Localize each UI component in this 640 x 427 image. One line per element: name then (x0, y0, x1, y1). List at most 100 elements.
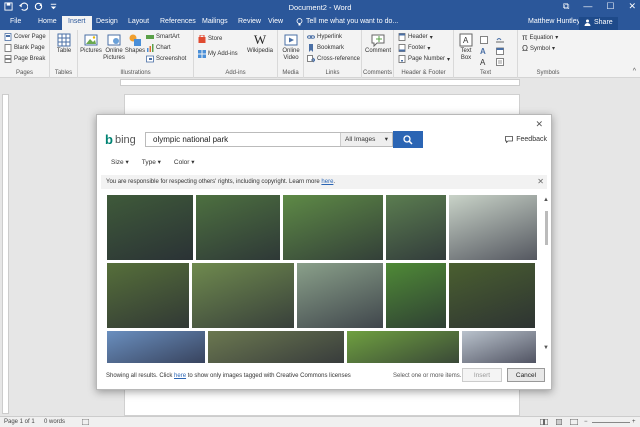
search-button[interactable] (393, 131, 423, 148)
hyperlink-icon (307, 33, 315, 41)
tell-me-box[interactable]: Tell me what you want to do... (296, 18, 398, 28)
filter-type[interactable]: Type ▾ (142, 158, 161, 166)
tab-insert[interactable]: Insert (62, 16, 92, 30)
signature-line-button[interactable] (496, 36, 504, 44)
search-scope-dropdown[interactable]: All Images ▾ (340, 133, 392, 146)
close-button[interactable]: ✕ (628, 1, 636, 12)
zoom-in-icon[interactable]: + (632, 419, 636, 425)
symbol-button[interactable]: Ω Symbol▾ (522, 44, 555, 53)
user-name[interactable]: Matthew Huntley (528, 18, 580, 25)
image-result[interactable] (107, 263, 189, 328)
tab-mailings[interactable]: Mailings (202, 18, 228, 25)
filter-color[interactable]: Color ▾ (174, 158, 195, 166)
scroll-up-icon[interactable]: ▲ (543, 197, 549, 203)
hyperlink-button[interactable]: Hyperlink (307, 33, 342, 41)
image-result[interactable] (462, 331, 536, 363)
maximize-button[interactable]: ☐ (606, 1, 614, 12)
ribbon-display-options-button[interactable]: ⧉ (563, 1, 569, 12)
tab-references[interactable]: References (160, 18, 196, 25)
collapse-ribbon-icon[interactable]: ^ (633, 68, 636, 75)
image-result[interactable] (107, 331, 205, 363)
my-addins-button[interactable]: My Add-ins (198, 50, 238, 58)
image-result[interactable] (449, 195, 537, 260)
feedback-link[interactable]: Feedback (505, 136, 547, 143)
word-count[interactable]: 0 words (44, 419, 65, 425)
minimize-button[interactable]: — (583, 1, 592, 12)
zoom-slider[interactable] (592, 422, 630, 423)
cross-reference-button[interactable]: Cross-reference (307, 55, 360, 63)
horizontal-ruler[interactable] (120, 79, 520, 86)
search-input[interactable]: olympic national park All Images ▾ (145, 132, 393, 147)
image-result[interactable] (208, 331, 344, 363)
tab-review[interactable]: Review (238, 18, 261, 25)
group-label-symbols: Symbols (518, 70, 578, 76)
image-result[interactable] (449, 263, 535, 328)
image-result[interactable] (107, 195, 193, 260)
pi-icon: π (522, 33, 528, 42)
tab-design[interactable]: Design (96, 18, 118, 25)
zoom-out-icon[interactable]: − (584, 419, 588, 425)
quick-parts-button[interactable] (480, 36, 488, 44)
chart-button[interactable]: Chart (146, 44, 171, 52)
image-result[interactable] (192, 263, 294, 328)
store-button[interactable]: Store (198, 35, 222, 43)
tab-file[interactable]: File (10, 18, 21, 25)
image-result[interactable] (196, 195, 280, 260)
read-mode-icon[interactable] (540, 419, 548, 427)
image-result[interactable] (386, 195, 446, 260)
shapes-button[interactable]: Shapes (125, 33, 145, 54)
comment-button[interactable]: Comment (365, 33, 391, 54)
insert-button[interactable]: Insert (462, 368, 502, 382)
page-number-button[interactable]: Page Number▾ (398, 55, 450, 63)
footer-button[interactable]: Footer▾ (398, 44, 430, 52)
date-time-button[interactable] (496, 47, 504, 55)
tab-home[interactable]: Home (38, 18, 57, 25)
filter-size[interactable]: Size ▾ (111, 158, 129, 166)
screenshot-button[interactable]: Screenshot (146, 55, 186, 63)
close-icon[interactable]: ✕ (535, 119, 543, 130)
online-video-button[interactable]: Online Video (280, 33, 302, 62)
creative-commons-link[interactable]: here (174, 373, 186, 379)
equation-button[interactable]: π Equation▾ (522, 33, 558, 42)
table-button[interactable]: Table (54, 33, 74, 54)
print-layout-icon[interactable] (556, 419, 562, 427)
tab-layout[interactable]: Layout (128, 18, 149, 25)
ribbon: Cover Page Blank Page Page Break Pages T… (0, 30, 640, 78)
cover-page-button[interactable]: Cover Page (4, 33, 46, 41)
object-button[interactable] (496, 58, 504, 66)
wikipedia-button[interactable]: W Wikipedia (246, 33, 274, 54)
online-video-icon (284, 33, 298, 47)
results-scrollbar[interactable]: ▲ ▼ (543, 195, 550, 363)
document-scrollbar[interactable] (630, 88, 640, 414)
image-result[interactable] (283, 195, 383, 260)
blank-page-button[interactable]: Blank Page (4, 44, 45, 52)
scroll-down-icon[interactable]: ▼ (543, 345, 549, 351)
web-layout-icon[interactable] (570, 419, 578, 427)
pictures-button[interactable]: Pictures (80, 33, 102, 54)
text-box-button[interactable]: A Text Box (456, 33, 476, 62)
image-result[interactable] (297, 263, 383, 328)
image-result[interactable] (347, 331, 459, 363)
image-result[interactable] (386, 263, 446, 328)
vertical-ruler[interactable] (2, 94, 9, 414)
page-count[interactable]: Page 1 of 1 (4, 419, 35, 425)
scroll-thumb[interactable] (545, 211, 548, 245)
cancel-button[interactable]: Cancel (507, 368, 545, 382)
smartart-button[interactable]: SmartArt (146, 33, 180, 41)
learn-more-link[interactable]: here (321, 179, 333, 185)
header-button[interactable]: Header▾ (398, 33, 433, 41)
title-bar: Document2 - Word ⧉ — ☐ ✕ (0, 0, 640, 16)
drop-cap-button[interactable]: A (480, 58, 485, 67)
table-icon (57, 33, 71, 47)
wordart-button[interactable]: A (480, 47, 486, 56)
online-pictures-button[interactable]: Online Pictures (102, 33, 126, 62)
group-label-text: Text (454, 70, 517, 76)
bookmark-button[interactable]: Bookmark (307, 44, 344, 52)
wikipedia-icon: W (253, 33, 267, 47)
group-tables: Table Tables (50, 30, 78, 78)
dismiss-notice-icon[interactable]: ✕ (537, 177, 544, 186)
page-break-button[interactable]: Page Break (4, 55, 45, 63)
share-button[interactable]: Share (579, 17, 618, 30)
proofing-icon[interactable] (82, 419, 89, 427)
tab-view[interactable]: View (268, 18, 283, 25)
